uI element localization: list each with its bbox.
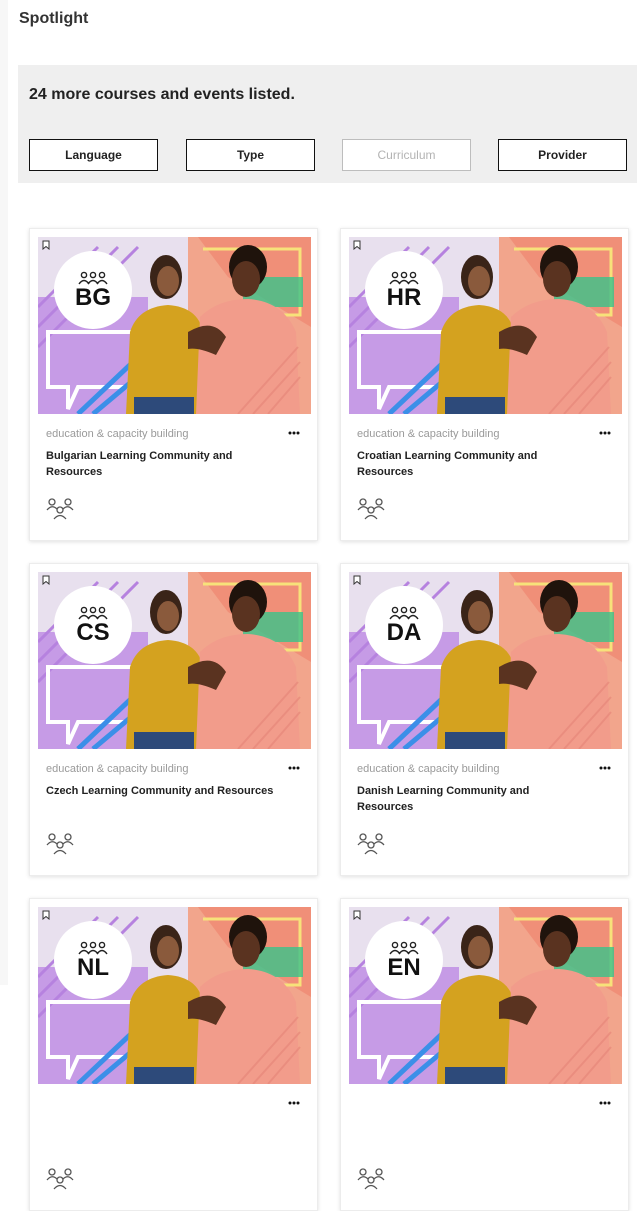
course-category: education & capacity building [357, 763, 500, 775]
more-options-icon[interactable] [596, 762, 614, 774]
more-options-icon[interactable] [285, 427, 303, 439]
course-image[interactable]: EN [349, 907, 622, 1084]
language-badge: HR [365, 251, 443, 329]
course-card-en[interactable]: EN [340, 898, 629, 1211]
community-icon [357, 833, 385, 855]
people-group-icon [389, 271, 419, 284]
bookmark-icon[interactable] [351, 909, 363, 921]
more-options-icon[interactable] [596, 427, 614, 439]
course-card-hr[interactable]: HR education & capacity building Croatia… [340, 228, 629, 541]
course-image[interactable]: HR [349, 237, 622, 414]
page-edge [0, 0, 8, 985]
more-options-icon[interactable] [285, 1097, 303, 1109]
bookmark-icon[interactable] [40, 909, 52, 921]
people-group-icon [389, 941, 419, 954]
bookmark-icon[interactable] [351, 574, 363, 586]
language-badge: BG [54, 251, 132, 329]
language-filter-button[interactable]: Language [29, 139, 158, 171]
type-filter-button[interactable]: Type [186, 139, 315, 171]
filter-panel: 24 more courses and events listed. Langu… [18, 65, 637, 183]
language-badge: NL [54, 921, 132, 999]
language-code: DA [386, 618, 422, 646]
language-code: CS [76, 618, 110, 646]
course-image[interactable]: CS [38, 572, 311, 749]
course-title[interactable]: Croatian Learning Community and Resource… [357, 448, 587, 480]
bookmark-icon[interactable] [40, 239, 52, 251]
language-code: NL [77, 953, 109, 981]
people-group-icon [78, 606, 108, 619]
community-icon [357, 1168, 385, 1190]
community-icon [46, 498, 74, 520]
language-code: EN [387, 953, 421, 981]
bookmark-icon[interactable] [351, 239, 363, 251]
course-card-nl[interactable]: NL [29, 898, 318, 1211]
course-category: education & capacity building [46, 763, 189, 775]
course-card-bg[interactable]: BG education & capacity building Bulgari… [29, 228, 318, 541]
course-card-da[interactable]: DA education & capacity building Danish … [340, 563, 629, 876]
course-card-cs[interactable]: CS education & capacity building Czech L… [29, 563, 318, 876]
community-icon [46, 833, 74, 855]
course-image[interactable]: NL [38, 907, 311, 1084]
language-badge: EN [365, 921, 443, 999]
language-badge: DA [365, 586, 443, 664]
course-title[interactable]: Danish Learning Community and Resources [357, 783, 587, 815]
provider-filter-button[interactable]: Provider [498, 139, 627, 171]
course-title[interactable]: Czech Learning Community and Resources [46, 783, 276, 799]
more-options-icon[interactable] [596, 1097, 614, 1109]
people-group-icon [78, 271, 108, 284]
community-icon [46, 1168, 74, 1190]
course-category: education & capacity building [46, 428, 189, 440]
results-summary: 24 more courses and events listed. [29, 86, 295, 103]
language-code: BG [75, 283, 111, 311]
course-title[interactable]: Bulgarian Learning Community and Resourc… [46, 448, 276, 480]
community-icon [357, 498, 385, 520]
course-image[interactable]: BG [38, 237, 311, 414]
language-code: HR [386, 283, 422, 311]
language-badge: CS [54, 586, 132, 664]
course-category: education & capacity building [357, 428, 500, 440]
more-options-icon[interactable] [285, 762, 303, 774]
course-image[interactable]: DA [349, 572, 622, 749]
people-group-icon [389, 606, 419, 619]
people-group-icon [78, 941, 108, 954]
curriculum-filter-button: Curriculum [342, 139, 471, 171]
page-title: Spotlight [19, 10, 89, 27]
bookmark-icon[interactable] [40, 574, 52, 586]
